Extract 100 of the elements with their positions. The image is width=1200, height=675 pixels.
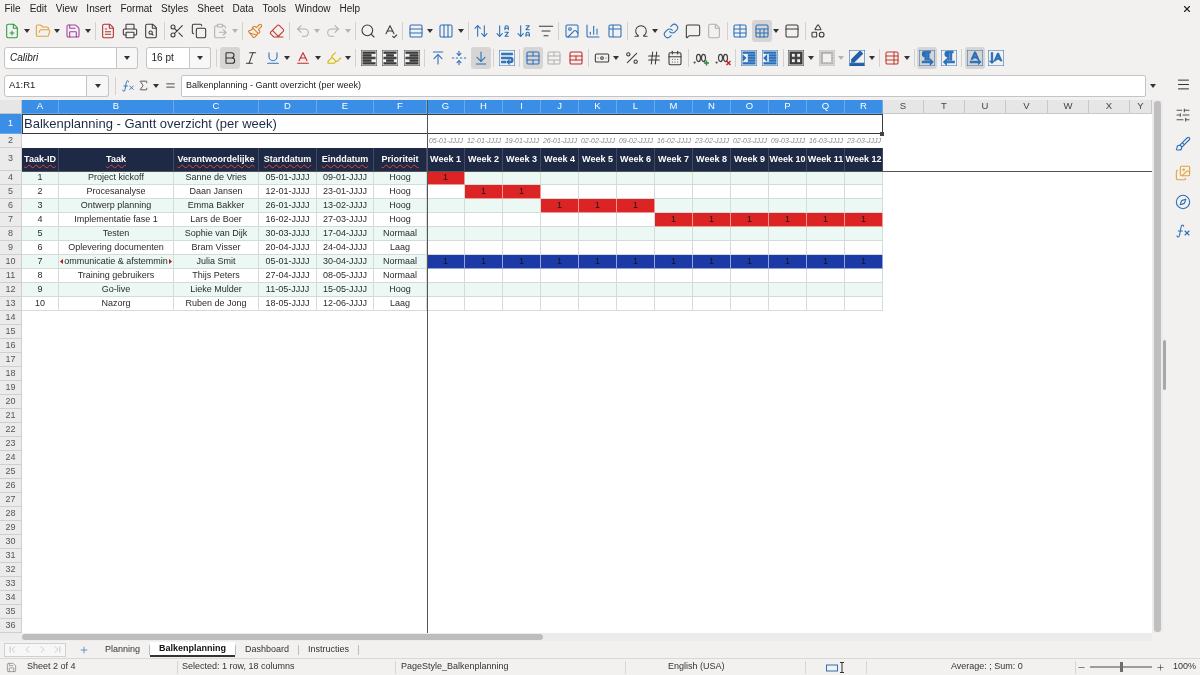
row-header[interactable]: 17: [0, 353, 22, 367]
row-header[interactable]: 8: [0, 227, 22, 241]
menu-item[interactable]: Format: [115, 1, 157, 16]
caret-icon: [903, 55, 910, 60]
row-header[interactable]: 27: [0, 493, 22, 507]
left-to-right-button[interactable]: [917, 46, 937, 69]
row-header[interactable]: 25: [0, 465, 22, 479]
sheet-tab[interactable]: Planning: [96, 642, 150, 657]
row-header[interactable]: 22: [0, 423, 22, 437]
gantt-bar-cell: 1: [845, 255, 883, 269]
row-header[interactable]: 26: [0, 479, 22, 493]
column-header[interactable]: T: [924, 100, 965, 114]
menu-item[interactable]: Insert: [81, 1, 116, 16]
row-header[interactable]: 2: [0, 134, 22, 148]
sheet-tab[interactable]: Balkenplanning: [150, 642, 236, 657]
zoom-percent: 100%: [1173, 660, 1197, 674]
menu-item[interactable]: Edit: [25, 1, 52, 16]
row-header[interactable]: 11: [0, 269, 22, 283]
row-header[interactable]: 4: [0, 171, 22, 185]
table-cell: 6: [22, 241, 59, 255]
column-header[interactable]: Y: [1130, 100, 1152, 114]
week-header-cell: Week 5: [579, 148, 617, 171]
row-header[interactable]: 5: [0, 185, 22, 199]
bold-button[interactable]: [219, 46, 240, 69]
slider-thumb[interactable]: [1119, 662, 1123, 672]
row-header[interactable]: 13: [0, 297, 22, 311]
sheet-indicator: Sheet 2 of 4: [22, 660, 178, 674]
table-cell: Ruben de Jong: [174, 297, 259, 311]
table-header-cell: Taak: [59, 148, 174, 171]
menu-item[interactable]: Window: [290, 1, 335, 16]
sidebar-grip[interactable]: [1163, 340, 1166, 390]
week-header-cell: Week 11: [807, 148, 845, 171]
week-header-cell: Week 7: [655, 148, 693, 171]
table-cell: 16-02-JJJJ: [259, 213, 317, 227]
row-header[interactable]: 18: [0, 367, 22, 381]
horizontal-text-button[interactable]: [964, 46, 985, 69]
sheet-tab[interactable]: Instructies: [299, 642, 359, 657]
row-header[interactable]: 6: [0, 199, 22, 213]
table-icon: [884, 49, 900, 66]
folder-icon: [34, 22, 51, 39]
menu-item[interactable]: Styles: [156, 1, 193, 16]
row-header[interactable]: 30: [0, 535, 22, 549]
column-header[interactable]: V: [1006, 100, 1048, 114]
name-box-field[interactable]: A1:R1: [4, 74, 87, 97]
row-header[interactable]: 20: [0, 395, 22, 409]
font-size-field[interactable]: 16 pt: [145, 46, 190, 69]
menu-item[interactable]: Sheet: [192, 1, 228, 16]
horizontal-scrollbar[interactable]: [0, 633, 1152, 641]
fill-handle-icon[interactable]: [880, 132, 884, 136]
row-header[interactable]: 36: [0, 619, 22, 633]
column-header[interactable]: U: [965, 100, 1006, 114]
document-icon: [100, 22, 116, 39]
table-cell: 26-01-JJJJ: [259, 199, 317, 213]
table-cell: Oplevering documenten: [59, 241, 174, 255]
gantt-bar-cell: 1: [465, 255, 503, 269]
row-header[interactable]: 29: [0, 521, 22, 535]
align-bottom-button[interactable]: [470, 46, 491, 69]
sheet-tab[interactable]: Dashboard: [236, 642, 299, 657]
column-header[interactable]: W: [1048, 100, 1089, 114]
row-header[interactable]: 33: [0, 577, 22, 591]
row-header[interactable]: 34: [0, 591, 22, 605]
merge-center-button[interactable]: [522, 46, 543, 69]
row-header[interactable]: 28: [0, 507, 22, 521]
table-cell: Implementatie fase 1: [59, 213, 174, 227]
row-header[interactable]: 3: [0, 148, 22, 171]
formula-input[interactable]: Balkenplanning - Gantt overzicht (per week): [181, 74, 1146, 97]
row-header[interactable]: 23: [0, 437, 22, 451]
gantt-bar-cell: 1: [807, 255, 845, 269]
language-status: English (USA): [626, 660, 806, 674]
row-header[interactable]: 19: [0, 381, 22, 395]
menu-item[interactable]: Tools: [258, 1, 291, 16]
row-header[interactable]: 35: [0, 605, 22, 619]
font-name-field[interactable]: Calibri: [4, 46, 117, 69]
menu-item[interactable]: View: [51, 1, 82, 16]
row-header[interactable]: 10: [0, 255, 22, 269]
table-cell: Emma Bakker: [174, 199, 259, 213]
row-header[interactable]: 31: [0, 549, 22, 563]
row-header[interactable]: 15: [0, 325, 22, 339]
table-cell: Nazorg: [59, 297, 174, 311]
menu-item[interactable]: Data: [227, 1, 259, 16]
table-cell: 12-06-JJJJ: [317, 297, 374, 311]
row-header[interactable]: 21: [0, 409, 22, 423]
scrollbar-thumb[interactable]: [22, 634, 543, 640]
row-header[interactable]: 9: [0, 241, 22, 255]
menu-item[interactable]: File: [0, 1, 26, 16]
table-cell: 05-01-JJJJ: [259, 255, 317, 269]
row-header[interactable]: 7: [0, 213, 22, 227]
column-header[interactable]: S: [883, 100, 924, 114]
caret-icon: [94, 83, 101, 88]
menu-item[interactable]: Help: [335, 1, 365, 16]
row-header[interactable]: 16: [0, 339, 22, 353]
column-header[interactable]: X: [1089, 100, 1130, 114]
rows-icon: [407, 22, 424, 39]
split-cells-icon: [567, 49, 584, 66]
row-header[interactable]: 32: [0, 563, 22, 577]
paragraph-icon: [940, 49, 957, 66]
row-header[interactable]: 14: [0, 311, 22, 325]
row-header[interactable]: 24: [0, 451, 22, 465]
row-header[interactable]: 12: [0, 283, 22, 297]
zoom-in-button[interactable]: [1155, 661, 1165, 673]
